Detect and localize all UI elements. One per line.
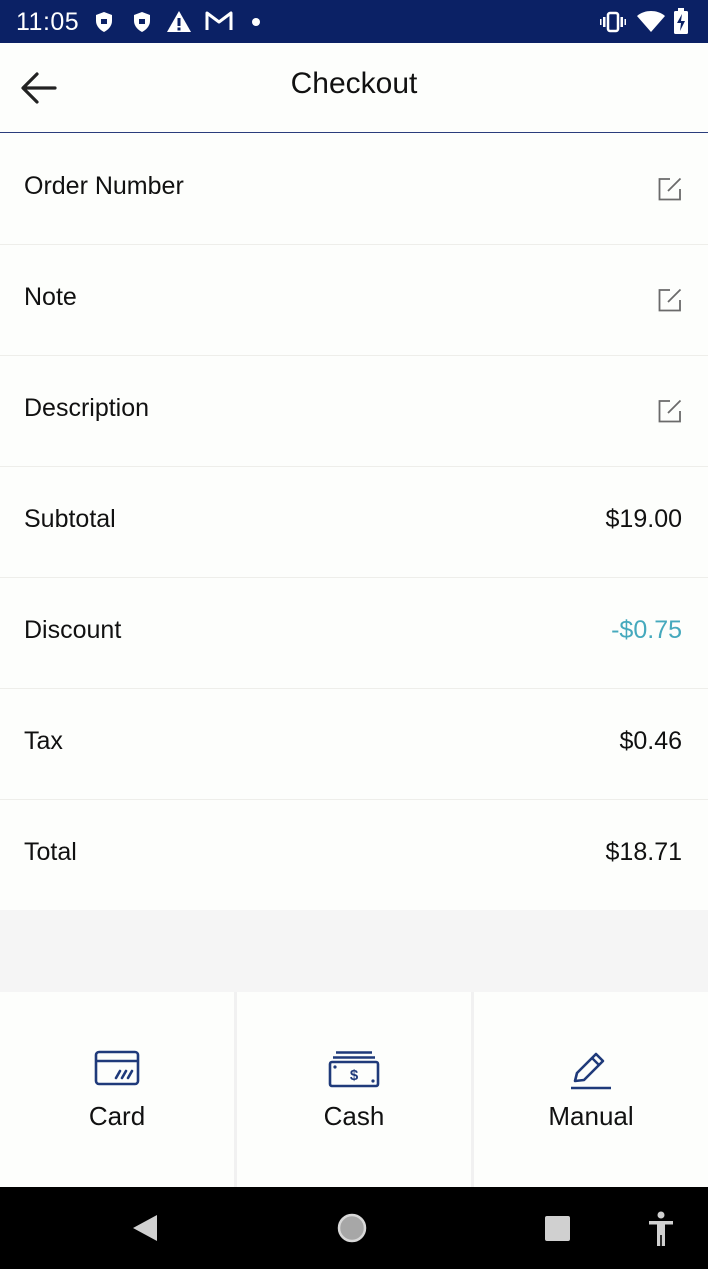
accessibility-icon[interactable] [648, 1211, 674, 1247]
manual-payment-button[interactable]: Manual [471, 992, 708, 1187]
order-number-row[interactable]: Order Number [0, 134, 708, 245]
status-bar: 11:05 [0, 0, 708, 43]
system-nav-bar [0, 1187, 708, 1269]
gmail-icon [205, 11, 233, 30]
cash-icon: $ [328, 1051, 380, 1088]
tax-value: $0.46 [619, 727, 682, 755]
note-row[interactable]: Note [0, 245, 708, 356]
pay-label: Manual [548, 1101, 634, 1131]
row-label: Note [24, 283, 77, 311]
row-label: Total [24, 838, 77, 866]
credit-card-icon [94, 1050, 140, 1086]
subtotal-value: $19.00 [605, 505, 682, 533]
recents-square-icon[interactable] [544, 1215, 571, 1242]
checkout-details-list: Order Number Note Description Subtotal $… [0, 134, 708, 910]
page-title: Checkout [290, 67, 418, 100]
row-label: Description [24, 394, 150, 422]
description-row[interactable]: Description [0, 356, 708, 467]
discount-row: Discount -$0.75 [0, 578, 708, 689]
row-label: Tax [24, 727, 63, 755]
status-time: 11:05 [16, 8, 80, 36]
vibrate-icon [600, 11, 626, 33]
battery-charging-icon [674, 8, 688, 34]
dot-icon [252, 18, 260, 26]
payment-method-bar: Card $ Cash Manual [0, 992, 708, 1187]
row-label: Discount [24, 616, 122, 644]
edit-icon[interactable] [657, 176, 683, 202]
total-row: Total $18.71 [0, 800, 708, 910]
content-spacer [0, 910, 708, 992]
edit-icon[interactable] [657, 398, 683, 424]
tax-row: Tax $0.46 [0, 689, 708, 800]
total-value: $18.71 [605, 838, 682, 866]
edit-icon[interactable] [657, 287, 683, 313]
row-label: Order Number [24, 172, 184, 200]
warning-icon [167, 11, 191, 32]
card-payment-button[interactable]: Card [0, 992, 234, 1187]
shield-icon [134, 12, 150, 32]
wifi-icon [637, 11, 665, 32]
shield-icon [96, 12, 112, 32]
app-bar: Checkout [0, 43, 708, 133]
pay-label: Cash [323, 1101, 385, 1131]
row-label: Subtotal [24, 505, 116, 533]
pay-label: Card [88, 1101, 146, 1131]
cash-payment-button[interactable]: $ Cash [234, 992, 471, 1187]
back-triangle-icon[interactable] [131, 1213, 159, 1243]
svg-text:$: $ [350, 1067, 359, 1084]
home-circle-icon[interactable] [336, 1212, 368, 1244]
pencil-icon [571, 1052, 611, 1090]
subtotal-row: Subtotal $19.00 [0, 467, 708, 578]
discount-value: -$0.75 [611, 616, 682, 644]
